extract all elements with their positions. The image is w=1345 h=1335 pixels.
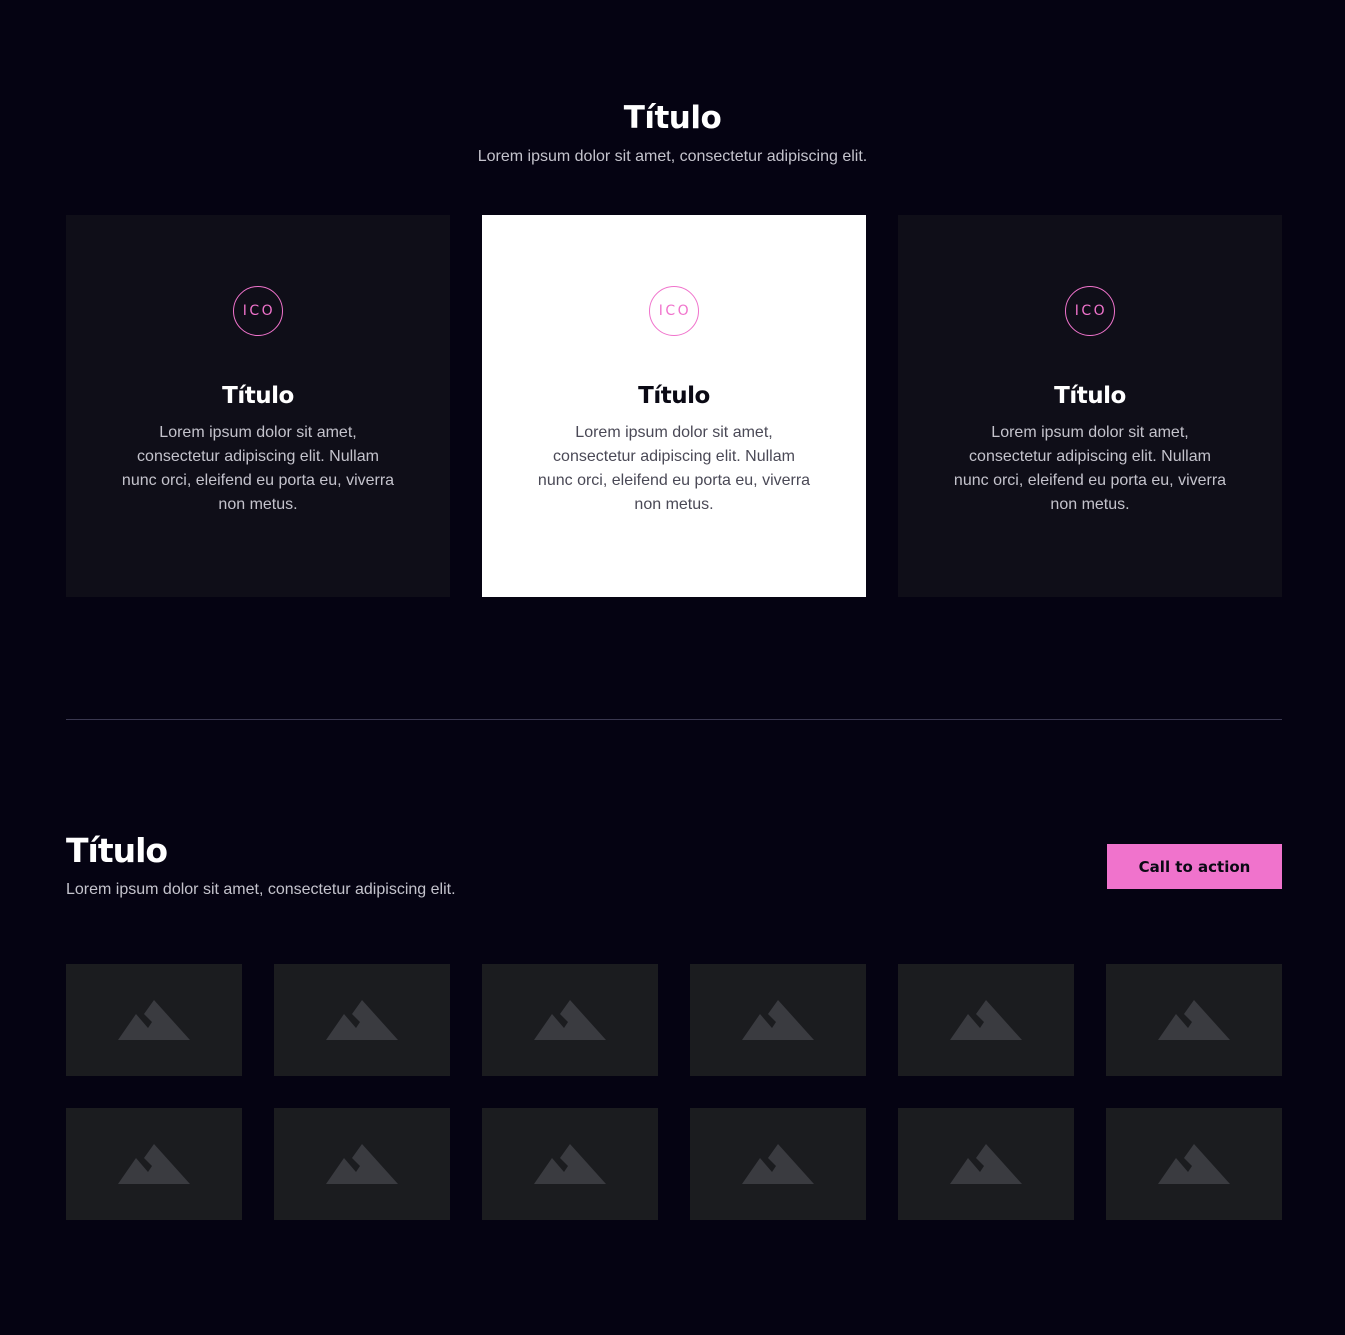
card-title: Título — [638, 383, 710, 409]
image-thumbnail[interactable] — [66, 964, 242, 1076]
card-text: Lorem ipsum dolor sit amet, consectetur … — [537, 424, 811, 513]
gallery-title: Título — [66, 831, 168, 870]
feature-card: ICO Título Lorem ipsum dolor sit amet, c… — [66, 215, 450, 597]
image-placeholder-icon — [1158, 1000, 1230, 1040]
image-placeholder-icon — [118, 1000, 190, 1040]
card-text: Lorem ipsum dolor sit amet, consectetur … — [121, 424, 395, 513]
image-placeholder-icon — [118, 1144, 190, 1184]
image-thumbnail[interactable] — [690, 964, 866, 1076]
image-thumbnail[interactable] — [66, 1108, 242, 1220]
image-placeholder-icon — [1158, 1144, 1230, 1184]
image-thumbnail[interactable] — [482, 964, 658, 1076]
image-thumbnail[interactable] — [274, 1108, 450, 1220]
call-to-action-button[interactable]: Call to action — [1107, 844, 1282, 889]
page: Título Lorem ipsum dolor sit amet, conse… — [0, 0, 1345, 1335]
image-thumbnail[interactable] — [690, 1108, 866, 1220]
feature-card: ICO Título Lorem ipsum dolor sit amet, c… — [898, 215, 1282, 597]
card-title: Título — [222, 383, 294, 409]
image-thumbnail[interactable] — [482, 1108, 658, 1220]
image-placeholder-icon — [742, 1000, 814, 1040]
ico-icon: ICO — [233, 286, 283, 336]
image-thumbnail[interactable] — [1106, 964, 1282, 1076]
image-placeholder-icon — [326, 1000, 398, 1040]
image-thumbnail[interactable] — [898, 964, 1074, 1076]
section-title: Título — [623, 100, 722, 136]
image-placeholder-icon — [534, 1144, 606, 1184]
card-text: Lorem ipsum dolor sit amet, consectetur … — [953, 424, 1227, 513]
image-placeholder-icon — [326, 1144, 398, 1184]
card-title: Título — [1054, 383, 1126, 409]
image-placeholder-icon — [950, 1000, 1022, 1040]
image-thumbnail[interactable] — [1106, 1108, 1282, 1220]
ico-icon: ICO — [649, 286, 699, 336]
image-placeholder-icon — [742, 1144, 814, 1184]
image-thumbnail[interactable] — [898, 1108, 1074, 1220]
feature-card-highlighted: ICO Título Lorem ipsum dolor sit amet, c… — [482, 215, 866, 597]
image-placeholder-icon — [950, 1144, 1022, 1184]
section-subtitle: Lorem ipsum dolor sit amet, consectetur … — [477, 148, 868, 165]
section-divider — [66, 719, 1282, 720]
ico-icon: ICO — [1065, 286, 1115, 336]
image-placeholder-icon — [534, 1000, 606, 1040]
image-thumbnail[interactable] — [274, 964, 450, 1076]
gallery-subtitle: Lorem ipsum dolor sit amet, consectetur … — [66, 881, 456, 898]
